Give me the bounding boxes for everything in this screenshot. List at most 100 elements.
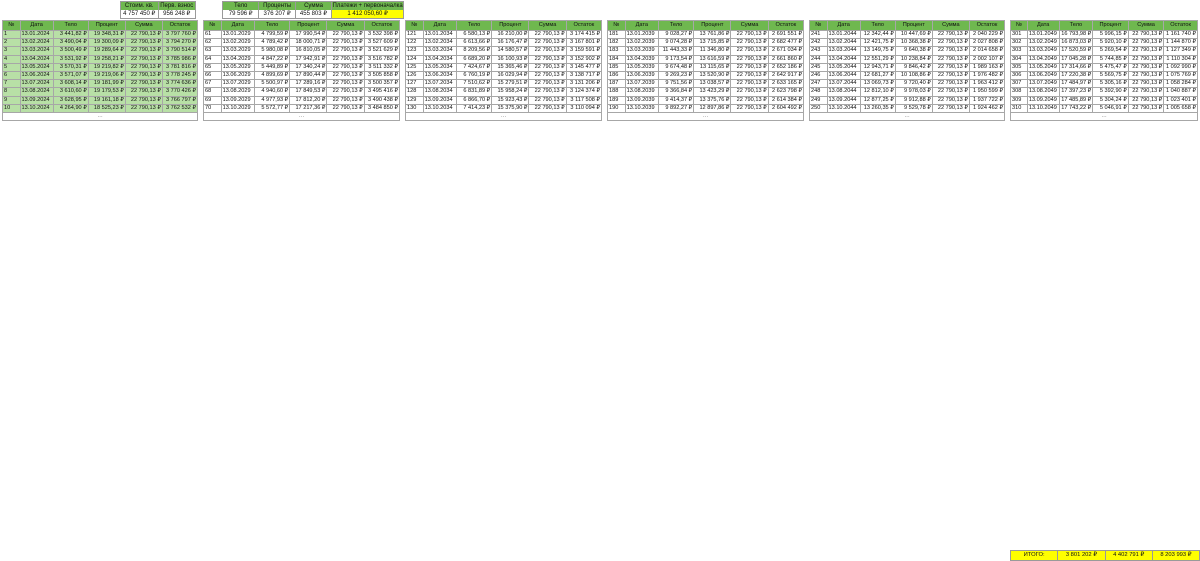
table-cell: 17 812,20 ₽ [289, 95, 328, 105]
table-cell: 9 074,28 ₽ [657, 38, 695, 48]
table-cell: 13 616,59 ₽ [693, 54, 732, 64]
paid-interest: 376 207 ₽ [259, 10, 296, 18]
table-cell: 13.01.2049 [1026, 29, 1060, 40]
table-cell: 10 [2, 103, 21, 113]
ellipsis: … [405, 111, 602, 122]
table-cell: 13 260,35 ₽ [859, 103, 896, 113]
table-cell: 9 [2, 95, 21, 105]
table-cell: 16 176,47 ₽ [491, 38, 530, 48]
table-cell: 9 269,23 ₽ [657, 70, 695, 81]
table-cell: 9 751,56 ₽ [657, 79, 695, 89]
table-cell: 62 [203, 38, 222, 48]
table-cell: 13.03.2029 [220, 46, 255, 56]
table-cell: 6 831,89 ₽ [455, 87, 493, 97]
table-cell: 305 [1010, 62, 1028, 72]
table-cell: 13.02.2044 [826, 38, 861, 48]
column-header: Сумма [124, 20, 163, 31]
table-cell: 13.08.2034 [422, 87, 457, 97]
table-cell: 13 149,75 ₽ [859, 46, 896, 56]
table-cell: 183 [607, 46, 626, 56]
column-header: Тело [657, 20, 695, 31]
table-cell: 13.07.2044 [826, 79, 861, 89]
table-cell: 1 058 284 ₽ [1163, 79, 1198, 89]
table-cell: 5 305,16 ₽ [1092, 79, 1129, 89]
table-cell: 4 977,93 ₽ [253, 95, 291, 105]
table-row: 182 13.02.2039 9 074,28 ₽13 715,85 ₽22 790… [607, 38, 805, 48]
table-row: 188 13.08.2039 9 366,84 ₽13 423,29 ₽22 790… [607, 87, 805, 97]
table-cell: 13.04.2034 [422, 54, 457, 64]
table-cell: 13.10.2029 [220, 103, 255, 113]
table-cell: 13.01.2024 [19, 29, 54, 40]
table-row: 7 13.07.2024 3 608,14 ₽19 181,99 ₽22 790,1… [2, 79, 199, 89]
table-cell: 1 161 740 ₽ [1163, 29, 1198, 40]
table-cell: 6 689,20 ₽ [455, 54, 493, 64]
table-cell: 3 138 717 ₽ [565, 70, 603, 81]
table-cell: 22 790,13 ₽ [931, 95, 970, 105]
table-row: 305 13.05.2049 17 314,66 ₽5 475,47 ₽22 790… [1010, 62, 1198, 72]
table-cell: 2 [2, 38, 21, 48]
column-header: Сумма [326, 20, 365, 31]
table-cell: 5 304,24 ₽ [1092, 95, 1129, 105]
table-cell: 2 642 917 ₽ [767, 70, 805, 81]
table-cell: 126 [405, 70, 424, 81]
table-cell: 6 760,19 ₽ [455, 70, 493, 81]
column-header: Процент [693, 20, 732, 31]
table-cell: 22 790,13 ₽ [730, 87, 769, 97]
table-cell: 13.08.2044 [826, 87, 861, 97]
amortization-table: № Дата Тело Процент Сумма Остаток 241 13.01.204… [809, 20, 1006, 122]
table-cell: 9 529,78 ₽ [894, 103, 933, 113]
table-cell: 5 500,97 ₽ [253, 79, 291, 89]
table-cell: 3 778 245 ₽ [161, 70, 199, 81]
table-cell: 5 [2, 62, 21, 72]
table-cell: 15 375,90 ₽ [491, 103, 530, 113]
table-cell: 7 424,67 ₽ [455, 62, 493, 72]
table-cell: 307 [1010, 79, 1028, 89]
table-cell: 13.05.2034 [422, 62, 457, 72]
table-cell: 3 570,31 ₽ [52, 62, 89, 72]
table-cell: 13.02.2039 [624, 38, 659, 48]
table-cell: 68 [203, 87, 222, 97]
table-cell: 3 571,07 ₽ [52, 70, 89, 81]
table-cell: 3 766 797 ₽ [161, 95, 199, 105]
paid-total: 1 412 050,60 ₽ [332, 10, 404, 18]
table-cell: 249 [809, 95, 828, 105]
table-cell: 22 790,13 ₽ [1127, 95, 1165, 105]
table-cell: 22 790,13 ₽ [124, 103, 163, 113]
column-header: № [2, 20, 21, 31]
table-row: 186 13.06.2039 9 269,23 ₽13 520,90 ₽22 790… [607, 70, 805, 81]
table-cell: 13.10.2034 [422, 103, 457, 113]
table-cell: 19 161,18 ₽ [87, 95, 126, 105]
table-cell: 22 790,13 ₽ [730, 79, 769, 89]
table-cell: 15 923,43 ₽ [491, 95, 530, 105]
table-cell: 5 572,77 ₽ [253, 103, 291, 113]
table-cell: 22 790,13 ₽ [1127, 79, 1165, 89]
table-cell: 13 715,85 ₽ [693, 38, 732, 48]
table-cell: 22 790,13 ₽ [326, 46, 365, 56]
table-cell: 22 790,13 ₽ [730, 70, 769, 81]
table-cell: 13.10.2049 [1026, 103, 1060, 113]
table-cell: 10 108,86 ₽ [894, 70, 933, 81]
column-header: Тело [455, 20, 493, 31]
table-row: 126 13.06.2034 6 760,19 ₽16 029,94 ₽22 790… [405, 70, 603, 81]
table-cell: 61 [203, 29, 222, 40]
table-row: 66 13.06.2029 4 899,69 ₽17 890,44 ₽22 790,… [203, 70, 401, 81]
table-cell: 22 790,13 ₽ [124, 70, 163, 81]
table-cell: 13 115,65 ₽ [693, 62, 732, 72]
table-cell: 22 790,13 ₽ [931, 54, 970, 64]
table-row: 185 13.05.2039 9 674,48 ₽13 115,65 ₽22 790… [607, 62, 805, 72]
table-cell: 13.04.2029 [220, 54, 255, 64]
table-cell: 22 790,13 ₽ [1127, 54, 1165, 64]
table-cell: 3 495 416 ₽ [363, 87, 401, 97]
table-row: 306 13.06.2049 17 220,38 ₽5 569,75 ₽22 790… [1010, 70, 1198, 81]
table-cell: 306 [1010, 70, 1028, 81]
table-cell: 17 990,54 ₽ [289, 29, 328, 40]
table-cell: 7 [2, 79, 21, 89]
table-cell: 9 720,40 ₽ [894, 79, 933, 89]
table-row: 69 13.09.2029 4 977,93 ₽17 812,20 ₽22 790,… [203, 95, 401, 105]
table-row: 121 13.01.2034 6 580,13 ₽16 210,00 ₽22 790… [405, 29, 603, 40]
table-cell: 1 110 304 ₽ [1163, 54, 1198, 64]
table-cell: 22 790,13 ₽ [528, 62, 567, 72]
table-cell: 10 447,69 ₽ [894, 29, 933, 40]
table-cell: 13.06.2049 [1026, 70, 1060, 81]
table-cell: 65 [203, 62, 222, 72]
